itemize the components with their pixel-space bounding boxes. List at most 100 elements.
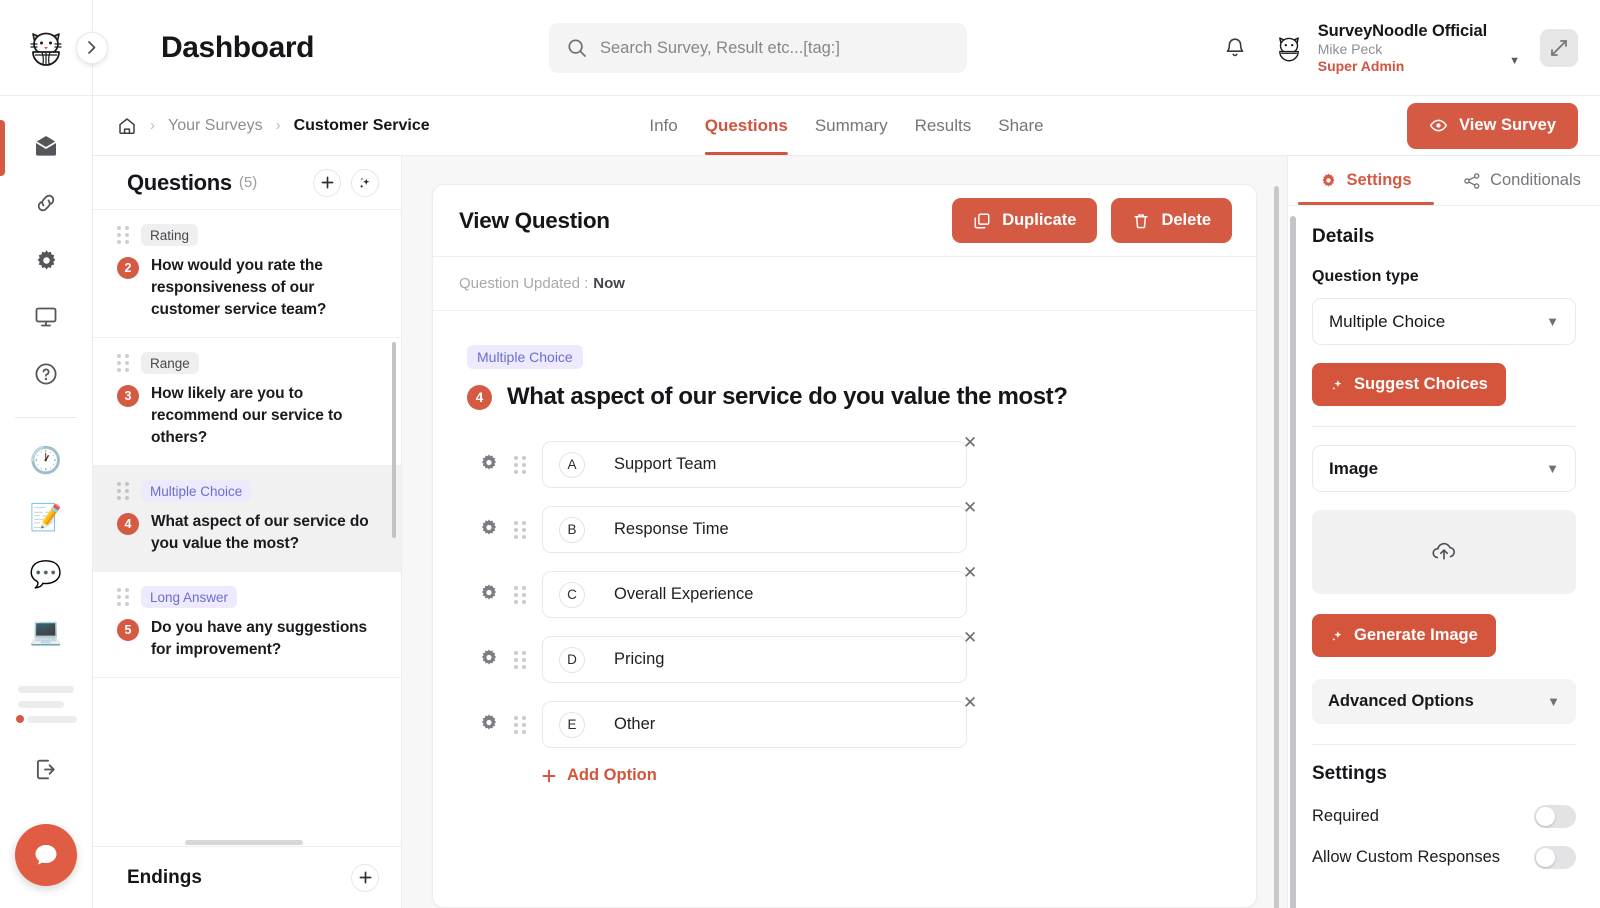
main-column: › Your Surveys › Customer Service Info Q…	[93, 96, 1600, 908]
option-label: Pricing	[614, 650, 665, 668]
rail-item-inbox[interactable]	[18, 118, 74, 174]
settings-panel-scrollbar[interactable]	[1290, 216, 1296, 908]
rail-item-help[interactable]	[18, 346, 74, 402]
add-option-button[interactable]: Add Option	[542, 766, 1222, 785]
top-bar: Dashboard Search Survey, Result etc...[t…	[0, 0, 1600, 96]
option-drag-handle-icon[interactable]	[514, 715, 527, 734]
list-item[interactable]: Long Answer 5 Do you have any suggestion…	[93, 572, 401, 678]
drag-handle-icon[interactable]	[117, 226, 130, 244]
user-org: SurveyNoodle Official	[1317, 21, 1488, 40]
remove-option-button[interactable]: ✕	[963, 694, 977, 711]
avatar[interactable]	[1272, 31, 1306, 65]
search-input[interactable]: Search Survey, Result etc...[tag:]	[549, 23, 967, 73]
notifications-button[interactable]	[1214, 27, 1256, 69]
rail-item-logout[interactable]	[18, 741, 74, 797]
remove-option-button[interactable]: ✕	[963, 629, 977, 646]
monitor-icon	[35, 307, 57, 327]
duplicate-button[interactable]: Duplicate	[952, 198, 1098, 243]
expand-button[interactable]	[1540, 29, 1578, 67]
tab-questions[interactable]: Questions	[704, 96, 788, 155]
option-input[interactable]: D Pricing	[542, 636, 967, 683]
breadcrumb-home-link[interactable]	[117, 116, 137, 136]
add-option-label: Add Option	[567, 766, 657, 784]
settings-panel: Settings Conditionals Details Question t…	[1287, 156, 1600, 908]
rail-bottom	[15, 741, 77, 908]
rail-item-notes[interactable]: 📝	[18, 489, 74, 545]
questions-count: (5)	[238, 174, 258, 191]
option-drag-handle-icon[interactable]	[514, 650, 527, 669]
option-input[interactable]: A Support Team	[542, 441, 967, 488]
questions-panel-horizontal-scrollbar[interactable]	[185, 840, 303, 845]
editor-scrollbar[interactable]	[1274, 186, 1279, 908]
image-section-select[interactable]: Image ▼	[1312, 445, 1576, 492]
required-toggle[interactable]	[1534, 805, 1576, 828]
user-meta[interactable]: SurveyNoodle Official Mike Peck Super Ad…	[1318, 21, 1487, 75]
settings-panel-body: Details Question type Multiple Choice ▼ …	[1288, 206, 1600, 908]
ai-generate-question-button[interactable]	[351, 168, 379, 197]
option-settings-button[interactable]	[479, 712, 499, 737]
drag-handle-icon[interactable]	[117, 354, 130, 372]
option-input[interactable]: E Other	[542, 701, 967, 748]
question-type-select[interactable]: Multiple Choice ▼	[1312, 298, 1576, 345]
user-name: Mike Peck	[1317, 40, 1383, 57]
tab-summary[interactable]: Summary	[815, 96, 888, 155]
view-survey-button[interactable]: View Survey	[1407, 102, 1578, 149]
chevron-down-icon: ▼	[1546, 461, 1559, 476]
rail-item-devices[interactable]: 💻	[18, 603, 74, 659]
rail-item-links[interactable]	[18, 175, 74, 231]
option-drag-handle-icon[interactable]	[514, 585, 527, 604]
option-settings-button[interactable]	[479, 452, 499, 477]
breadcrumb-parent-link[interactable]: Your Surveys	[168, 117, 263, 135]
image-upload-dropzone[interactable]	[1312, 510, 1576, 594]
rail-item-messages[interactable]: 💬	[18, 546, 74, 602]
tab-info[interactable]: Info	[649, 96, 677, 155]
breadcrumb-separator: ›	[275, 117, 281, 134]
question-updated-row: Question Updated : Now	[433, 257, 1256, 311]
question-item-top: Rating	[117, 224, 377, 246]
drag-handle-icon[interactable]	[117, 482, 130, 500]
tab-results[interactable]: Results	[915, 96, 972, 155]
advanced-options-collapse[interactable]: Advanced Options ▼	[1312, 679, 1576, 724]
list-item[interactable]: Rating 2 How would you rate the responsi…	[93, 210, 401, 338]
chat-support-button[interactable]	[15, 824, 77, 886]
tab-conditionals[interactable]: Conditionals	[1444, 156, 1600, 205]
settings-panel-tabs: Settings Conditionals	[1288, 156, 1600, 206]
gear-icon	[481, 518, 497, 535]
generate-image-button[interactable]: Generate Image	[1312, 614, 1496, 657]
remove-option-button[interactable]: ✕	[963, 434, 977, 451]
suggest-choices-button[interactable]: Suggest Choices	[1312, 363, 1506, 406]
option-drag-handle-icon[interactable]	[514, 520, 527, 539]
option-drag-handle-icon[interactable]	[514, 455, 527, 474]
drag-handle-icon[interactable]	[117, 588, 130, 606]
remove-option-button[interactable]: ✕	[963, 564, 977, 581]
remove-option-button[interactable]: ✕	[963, 499, 977, 516]
add-ending-button[interactable]	[351, 863, 379, 892]
tab-settings[interactable]: Settings	[1288, 156, 1444, 205]
question-number: 5	[117, 619, 139, 641]
add-question-button[interactable]	[313, 168, 341, 197]
sidebar-expand-toggle[interactable]	[76, 31, 108, 64]
custom-responses-toggle[interactable]	[1534, 846, 1576, 869]
breadcrumb-current: Customer Service	[293, 116, 430, 134]
sparkles-icon	[359, 177, 370, 188]
question-editor-area: View Question Duplicate Delete Question …	[402, 156, 1287, 908]
settings-divider	[1312, 426, 1576, 427]
rail-item-display[interactable]	[18, 289, 74, 345]
option-settings-button[interactable]	[479, 647, 499, 672]
option-input[interactable]: B Response Time	[542, 506, 967, 553]
list-item[interactable]: Range 3 How likely are you to recommend …	[93, 338, 401, 466]
option-letter: B	[559, 516, 585, 543]
question-type-badge: Multiple Choice	[467, 345, 583, 369]
option-input[interactable]: C Overall Experience	[542, 571, 967, 618]
rail-item-history[interactable]: 🕐	[18, 432, 74, 488]
questions-list-scrollbar[interactable]	[392, 342, 396, 538]
rail-item-settings[interactable]	[18, 232, 74, 288]
option-settings-button[interactable]	[479, 517, 499, 542]
list-item-selected[interactable]: Multiple Choice 4 What aspect of our ser…	[93, 466, 401, 572]
chat-bubble-icon	[35, 845, 57, 865]
tab-share[interactable]: Share	[998, 96, 1043, 155]
logout-icon	[36, 759, 55, 779]
delete-button[interactable]: Delete	[1111, 198, 1232, 243]
option-settings-button[interactable]	[479, 582, 499, 607]
user-menu-toggle[interactable]: ▼	[1509, 55, 1520, 67]
